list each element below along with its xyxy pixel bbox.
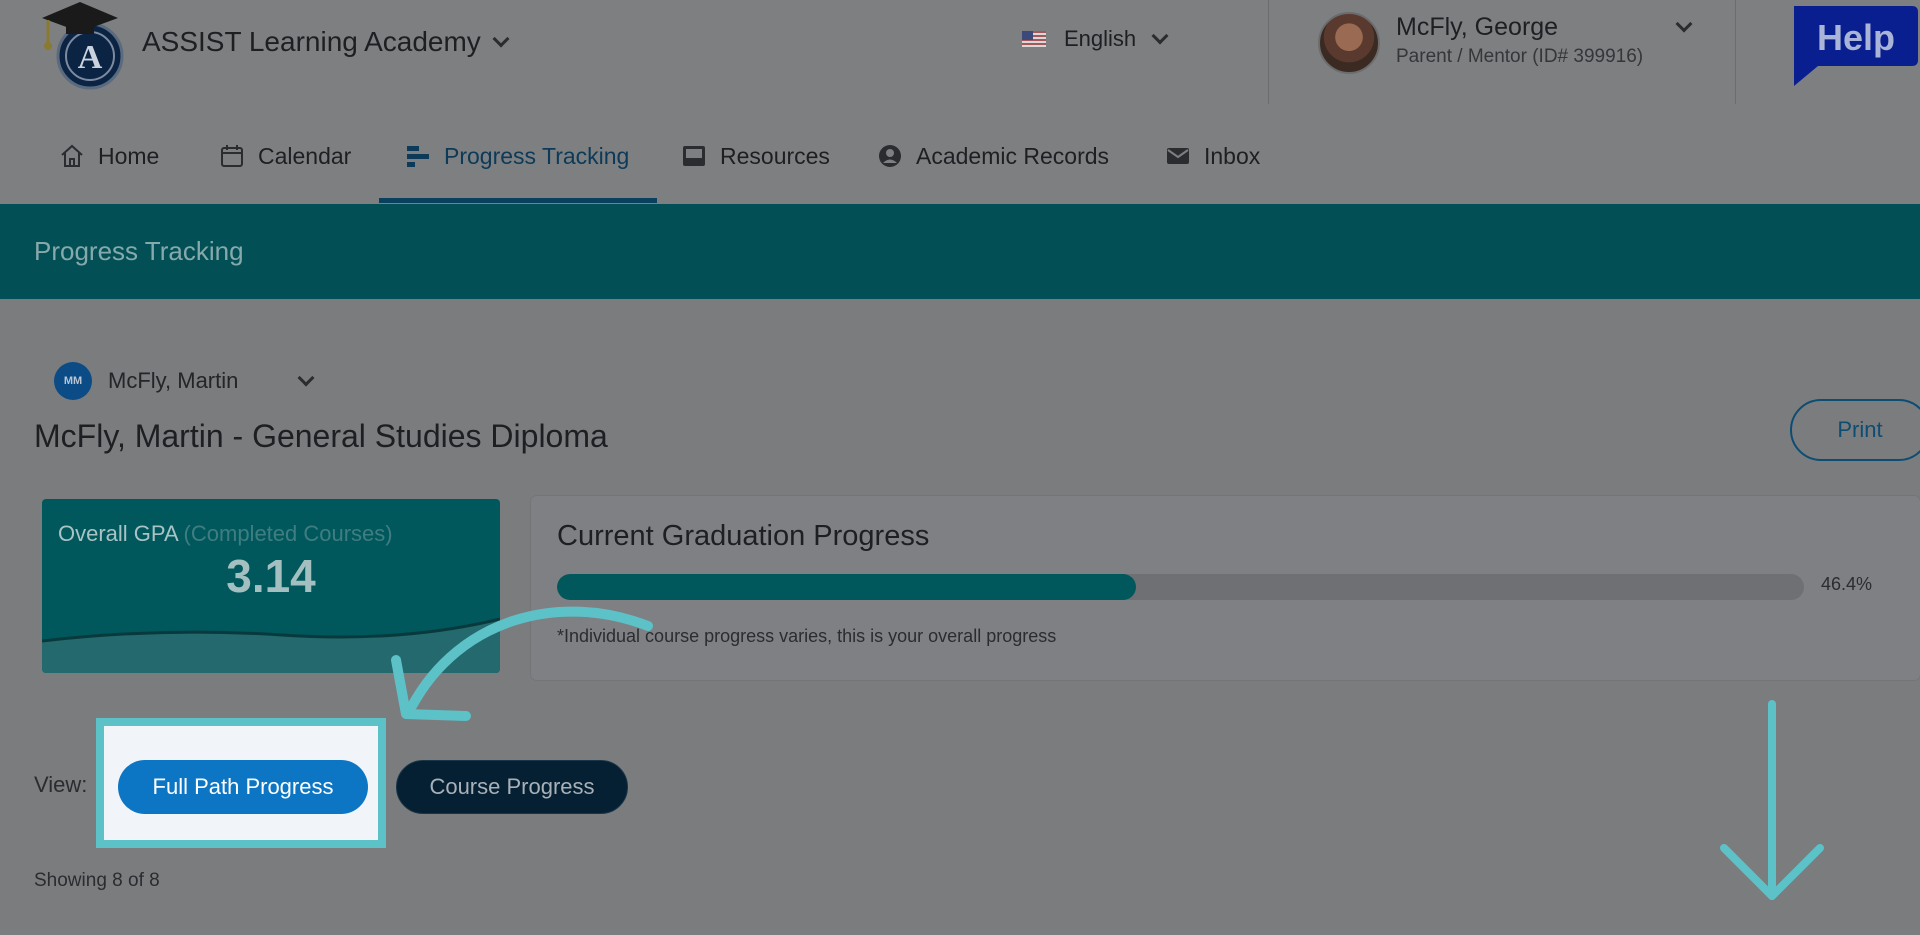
nav-label: Calendar	[258, 142, 352, 169]
envelope-icon	[1164, 142, 1192, 170]
user-role: Parent / Mentor (ID# 399916)	[1396, 46, 1644, 67]
nav-label: Resources	[720, 142, 830, 169]
view-label: View:	[34, 772, 88, 797]
student-name: McFly, Martin	[108, 368, 239, 393]
inbox-tray-icon	[680, 142, 708, 170]
top-header: A ASSIST Learning Academy English McFly,…	[0, 0, 1920, 106]
student-selector[interactable]: MM McFly, Martin	[54, 362, 315, 400]
graduation-progress-card: Current Graduation Progress 46.4% *Indiv…	[531, 496, 1920, 680]
progress-bars-icon	[404, 142, 432, 170]
nav-resources[interactable]: Resources	[680, 136, 830, 176]
help-button[interactable]: Help	[1788, 2, 1920, 88]
nav-academic-records[interactable]: Academic Records	[876, 136, 1109, 176]
academy-name: ASSIST Learning Academy	[142, 26, 481, 57]
arrow-down-icon	[1720, 700, 1824, 900]
us-flag-icon	[1022, 31, 1046, 47]
nav-label: Home	[98, 142, 160, 169]
nav-inbox[interactable]: Inbox	[1164, 136, 1260, 176]
gpa-qualifier: (Completed Courses)	[183, 521, 393, 546]
calendar-icon	[218, 142, 246, 170]
graduation-progress-bar	[557, 574, 1804, 600]
main-nav: Home Calendar Progress Tracking Resource…	[0, 106, 1920, 204]
nav-progress-tracking[interactable]: Progress Tracking	[404, 136, 629, 176]
language-label: English	[1064, 26, 1137, 51]
nav-calendar[interactable]: Calendar	[218, 136, 351, 176]
gpa-value: 3.14	[226, 550, 316, 602]
home-icon	[58, 142, 86, 170]
diploma-heading: McFly, Martin - General Studies Diploma	[34, 418, 608, 454]
gpa-wave-decoration	[42, 617, 500, 673]
result-count: Showing 8 of 8	[34, 870, 160, 891]
page-banner: Progress Tracking	[0, 204, 1920, 299]
chevron-down-icon	[492, 30, 510, 48]
chevron-down-icon	[297, 369, 315, 387]
header-divider	[1268, 0, 1269, 104]
gpa-label-text: Overall GPA	[58, 521, 178, 546]
nav-home[interactable]: Home	[58, 136, 159, 176]
nav-label: Progress Tracking	[444, 142, 630, 169]
graduation-title: Current Graduation Progress	[557, 520, 930, 552]
graduation-progress-fill	[557, 574, 1136, 600]
user-menu[interactable]: McFly, George Parent / Mentor (ID# 39991…	[1318, 12, 1643, 74]
student-avatar: MM	[54, 362, 92, 400]
language-selector[interactable]: English	[1022, 26, 1169, 52]
nav-label: Academic Records	[916, 142, 1110, 169]
chevron-down-icon	[1151, 27, 1169, 45]
svg-text:A: A	[78, 39, 103, 76]
page-title: Progress Tracking	[34, 236, 244, 266]
avatar	[1318, 12, 1380, 74]
full-path-progress-button[interactable]: Full Path Progress	[118, 760, 368, 814]
user-circle-icon	[876, 142, 904, 170]
nav-label: Inbox	[1204, 142, 1261, 169]
graduation-note: *Individual course progress varies, this…	[557, 626, 1057, 646]
gpa-label: Overall GPA (Completed Courses)	[58, 521, 393, 547]
help-label: Help	[1817, 17, 1895, 58]
active-tab-indicator	[379, 198, 657, 203]
chevron-down-icon[interactable]	[1675, 15, 1693, 33]
header-divider	[1735, 0, 1736, 104]
graduation-percent: 46.4%	[1821, 574, 1873, 594]
course-progress-button[interactable]: Course Progress	[396, 760, 628, 814]
gpa-card: Overall GPA (Completed Courses) 3.14	[42, 499, 500, 673]
print-button[interactable]: Print	[1790, 399, 1920, 461]
academy-switcher[interactable]: ASSIST Learning Academy	[142, 26, 510, 58]
user-name: McFly, George	[1396, 13, 1559, 41]
academy-logo: A	[42, 2, 124, 90]
